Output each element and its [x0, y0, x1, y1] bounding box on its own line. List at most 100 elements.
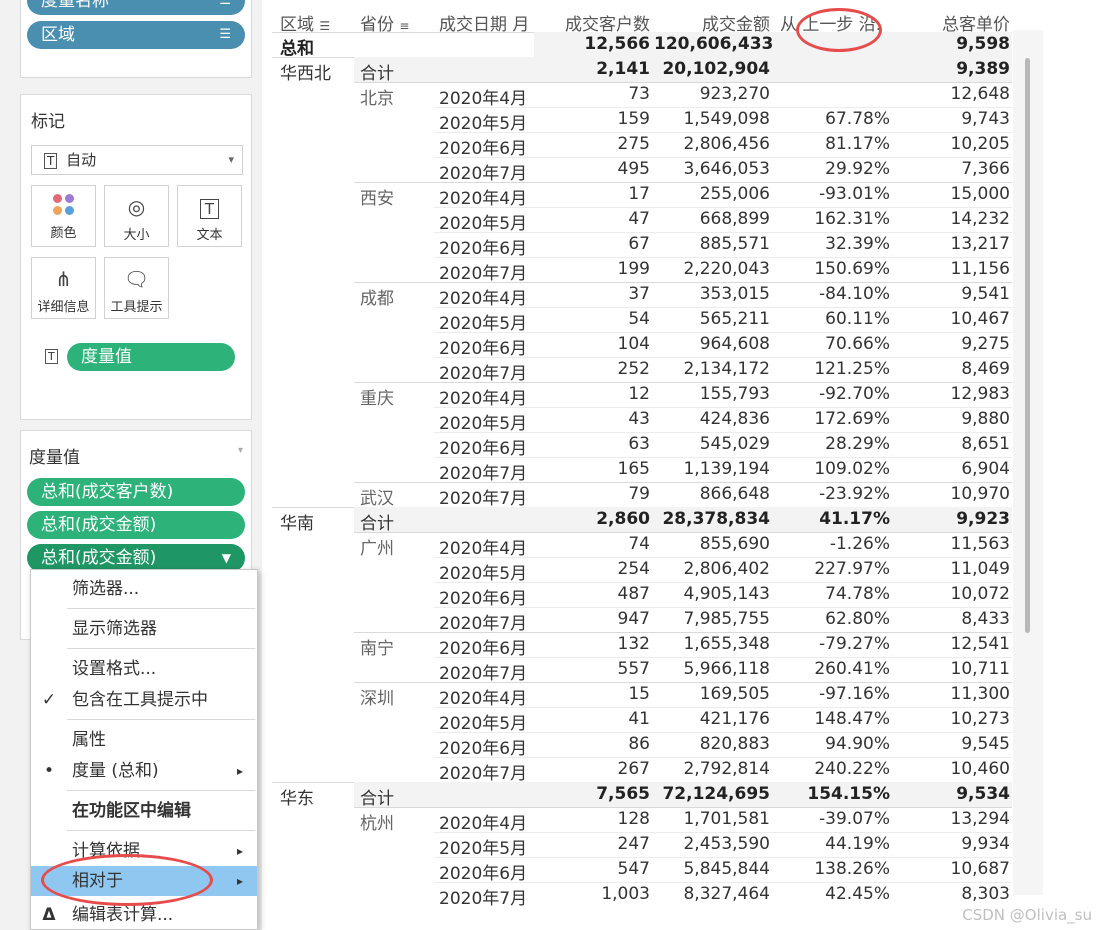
dimension-pill-measure-names[interactable]: 度量名称 ☰: [27, 0, 245, 15]
cell-customers[interactable]: 159: [534, 109, 650, 129]
cell-date[interactable]: 2020年5月: [439, 209, 527, 234]
cell-unit-price[interactable]: 9,923: [898, 509, 1010, 529]
cell-date[interactable]: 2020年4月: [439, 809, 527, 834]
cell-diff[interactable]: 150.69%: [770, 259, 890, 279]
cell-date[interactable]: 2020年4月: [439, 84, 527, 109]
color-button[interactable]: 颜色: [31, 185, 96, 247]
cell-customers[interactable]: 79: [534, 484, 650, 504]
cell-date[interactable]: 2020年6月: [439, 434, 527, 459]
cell-amount[interactable]: 2,134,172: [654, 359, 770, 379]
menu-item-filter[interactable]: 筛选器...: [31, 574, 257, 604]
cell-amount[interactable]: 2,806,402: [654, 559, 770, 579]
cell-customers[interactable]: 199: [534, 259, 650, 279]
cell-unit-price[interactable]: 9,880: [898, 409, 1010, 429]
cell-customers[interactable]: 7,565: [534, 784, 650, 804]
cell-date[interactable]: 2020年5月: [439, 559, 527, 584]
cell-province[interactable]: 重庆: [360, 384, 394, 409]
cell-diff[interactable]: 67.78%: [770, 109, 890, 129]
cell-diff[interactable]: -93.01%: [770, 184, 890, 204]
cell-date[interactable]: 2020年6月: [439, 234, 527, 259]
cell-amount[interactable]: 885,571: [654, 234, 770, 254]
cell-region[interactable]: 华南: [280, 509, 314, 534]
cell-unit-price[interactable]: 9,389: [898, 59, 1010, 79]
cell-unit-price[interactable]: 9,541: [898, 284, 1010, 304]
cell-unit-price[interactable]: 10,687: [898, 859, 1010, 879]
cell-diff[interactable]: 172.69%: [770, 409, 890, 429]
cell-customers[interactable]: 267: [534, 759, 650, 779]
cell-province[interactable]: 杭州: [360, 809, 394, 834]
cell-unit-price[interactable]: 11,563: [898, 534, 1010, 554]
cell-diff[interactable]: 41.17%: [770, 509, 890, 529]
cell-unit-price[interactable]: 10,970: [898, 484, 1010, 504]
cell-amount[interactable]: 3,646,053: [654, 159, 770, 179]
cell-amount[interactable]: 855,690: [654, 534, 770, 554]
cell-amount[interactable]: 820,883: [654, 734, 770, 754]
cell-unit-price[interactable]: 11,156: [898, 259, 1010, 279]
menu-item-properties[interactable]: 属性: [31, 725, 257, 755]
cell-customers[interactable]: 1,003: [534, 884, 650, 904]
cell-customers[interactable]: 487: [534, 584, 650, 604]
cell-amount[interactable]: 2,792,814: [654, 759, 770, 779]
cell-date[interactable]: 2020年7月: [439, 484, 527, 509]
cell-unit-price[interactable]: 11,300: [898, 684, 1010, 704]
chevron-down-icon[interactable]: ▼: [222, 544, 231, 572]
cell-unit-price[interactable]: 9,275: [898, 334, 1010, 354]
measure-values-pill[interactable]: 度量值: [67, 343, 235, 371]
cell-date[interactable]: 2020年7月: [439, 259, 527, 284]
cell-unit-price[interactable]: 7,366: [898, 159, 1010, 179]
cell-diff[interactable]: 227.97%: [770, 559, 890, 579]
cell-customers[interactable]: 247: [534, 834, 650, 854]
cell-amount[interactable]: 923,270: [654, 84, 770, 104]
menu-item-format[interactable]: 设置格式...: [31, 654, 257, 684]
cell-diff[interactable]: 148.47%: [770, 709, 890, 729]
cell-unit-price[interactable]: 6,904: [898, 459, 1010, 479]
cell-customers[interactable]: 37: [534, 284, 650, 304]
cell-customers[interactable]: 254: [534, 559, 650, 579]
cell-date[interactable]: 2020年4月: [439, 384, 527, 409]
cell-date[interactable]: 2020年7月: [439, 659, 527, 684]
cell-date[interactable]: 2020年7月: [439, 609, 527, 634]
cell-date[interactable]: 2020年6月: [439, 584, 527, 609]
cell-unit-price[interactable]: 8,303: [898, 884, 1010, 904]
cell-customers[interactable]: 275: [534, 134, 650, 154]
mark-type-dropdown[interactable]: T 自动 ▾: [31, 145, 243, 175]
cell-unit-price[interactable]: 10,711: [898, 659, 1010, 679]
cell-customers[interactable]: 104: [534, 334, 650, 354]
cell-customers[interactable]: 43: [534, 409, 650, 429]
cell-customers[interactable]: 2,860: [534, 509, 650, 529]
detail-button[interactable]: ⋔ 详细信息: [31, 257, 96, 319]
cell-unit-price[interactable]: 13,294: [898, 809, 1010, 829]
cell-diff[interactable]: -23.92%: [770, 484, 890, 504]
cell-date[interactable]: 2020年7月: [439, 159, 527, 184]
cell-unit-price[interactable]: 10,273: [898, 709, 1010, 729]
cell-diff[interactable]: 70.66%: [770, 334, 890, 354]
cell-amount[interactable]: 20,102,904: [654, 59, 770, 79]
cell-diff[interactable]: 121.25%: [770, 359, 890, 379]
cell-amount[interactable]: 1,549,098: [654, 109, 770, 129]
cell-unit-price[interactable]: 8,651: [898, 434, 1010, 454]
cell-province[interactable]: 南宁: [360, 634, 394, 659]
cell-province[interactable]: 深圳: [360, 684, 394, 709]
cell-unit-price[interactable]: 10,205: [898, 134, 1010, 154]
cell-diff[interactable]: 32.39%: [770, 234, 890, 254]
cell-customers[interactable]: 252: [534, 359, 650, 379]
cell-diff[interactable]: 60.11%: [770, 309, 890, 329]
cell-unit-price[interactable]: 11,049: [898, 559, 1010, 579]
cell-amount[interactable]: 8,327,464: [654, 884, 770, 904]
cell-diff[interactable]: 138.26%: [770, 859, 890, 879]
cell-amount[interactable]: 668,899: [654, 209, 770, 229]
cell-customers[interactable]: 128: [534, 809, 650, 829]
cell-amount[interactable]: 169,505: [654, 684, 770, 704]
cell-diff[interactable]: 162.31%: [770, 209, 890, 229]
cell-customers[interactable]: 132: [534, 634, 650, 654]
cell-customers[interactable]: 67: [534, 234, 650, 254]
cell-customers[interactable]: 47: [534, 209, 650, 229]
cell-diff[interactable]: 28.29%: [770, 434, 890, 454]
cell-amount[interactable]: 2,453,590: [654, 834, 770, 854]
cell-amount[interactable]: 155,793: [654, 384, 770, 404]
cell-province[interactable]: 合计: [360, 784, 394, 809]
cell-diff[interactable]: -1.26%: [770, 534, 890, 554]
cell-date[interactable]: 2020年6月: [439, 634, 527, 659]
cell-customers[interactable]: 947: [534, 609, 650, 629]
cell-amount[interactable]: 255,006: [654, 184, 770, 204]
